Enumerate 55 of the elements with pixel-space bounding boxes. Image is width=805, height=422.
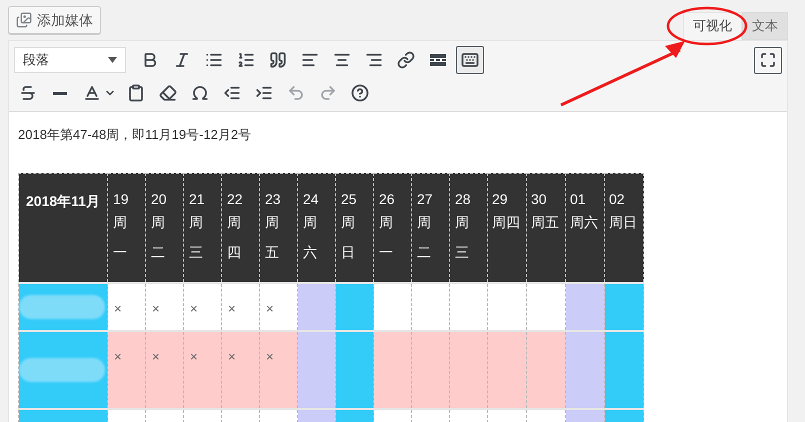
cross-mark: × — [190, 349, 198, 364]
media-icon — [16, 12, 32, 28]
cross-mark: × — [190, 301, 198, 316]
quote-icon — [269, 51, 287, 69]
header-cell: 21 周三 — [184, 173, 222, 283]
paragraph-text: 2018年第47-48周，即11月19号-12月2号 — [18, 126, 252, 144]
text-color-icon — [83, 84, 101, 102]
indent-icon — [255, 84, 273, 102]
align-left-icon — [301, 51, 319, 69]
header-cell: 01 周六 — [566, 173, 604, 283]
align-center-icon — [333, 51, 351, 69]
paste-text-icon — [127, 84, 145, 102]
italic-icon — [173, 51, 191, 69]
add-media-button[interactable]: 添加媒体 — [8, 6, 101, 34]
header-cell: 24 周六 — [298, 173, 336, 283]
numbered-list-icon — [237, 51, 255, 69]
keyboard-button[interactable] — [456, 46, 484, 74]
cross-mark: × — [152, 301, 160, 316]
header-cell: 23 周五 — [260, 173, 298, 283]
cross-mark: × — [152, 349, 160, 364]
dropdown-caret-icon — [108, 57, 117, 63]
strikethrough-icon — [19, 84, 37, 102]
header-cell: 22 周四 — [222, 173, 260, 283]
fullscreen-icon — [760, 52, 776, 68]
header-cell: 30 周五 — [526, 173, 566, 283]
header-cell: 28 周三 — [450, 173, 488, 283]
eraser-icon — [159, 84, 177, 102]
cross-mark: × — [114, 301, 122, 316]
link-icon — [397, 51, 415, 69]
header-cell: 29 周四 — [488, 173, 526, 283]
header-cell: 27 周二 — [412, 173, 450, 283]
header-cell: 02 周日 — [604, 173, 644, 283]
omega-icon — [191, 84, 209, 102]
fullscreen-button[interactable] — [754, 46, 782, 74]
keyboard-icon — [461, 51, 479, 69]
header-cell: 2018年11月 — [18, 173, 108, 283]
format-select[interactable]: 段落 — [14, 47, 126, 73]
editor-tab[interactable]: 可视化 — [683, 12, 742, 40]
read-more-icon — [430, 54, 446, 66]
header-cell: 26 周一 — [374, 173, 412, 283]
cross-mark: × — [114, 349, 122, 364]
header-cell: 20 周二 — [146, 173, 184, 283]
cross-mark: × — [266, 301, 274, 316]
editor-tab[interactable]: 文本 — [742, 12, 788, 40]
cross-mark: × — [228, 349, 236, 364]
outdent-icon — [223, 84, 241, 102]
cross-mark: × — [266, 349, 274, 364]
bulleted-list-icon — [205, 51, 223, 69]
help-icon — [351, 84, 369, 102]
header-cell: 25 周日 — [336, 173, 374, 283]
align-right-icon — [365, 51, 383, 69]
undo-icon — [287, 84, 305, 102]
redo-icon — [319, 84, 337, 102]
cross-mark: × — [228, 301, 236, 316]
header-cell: 19 周一 — [108, 173, 146, 283]
